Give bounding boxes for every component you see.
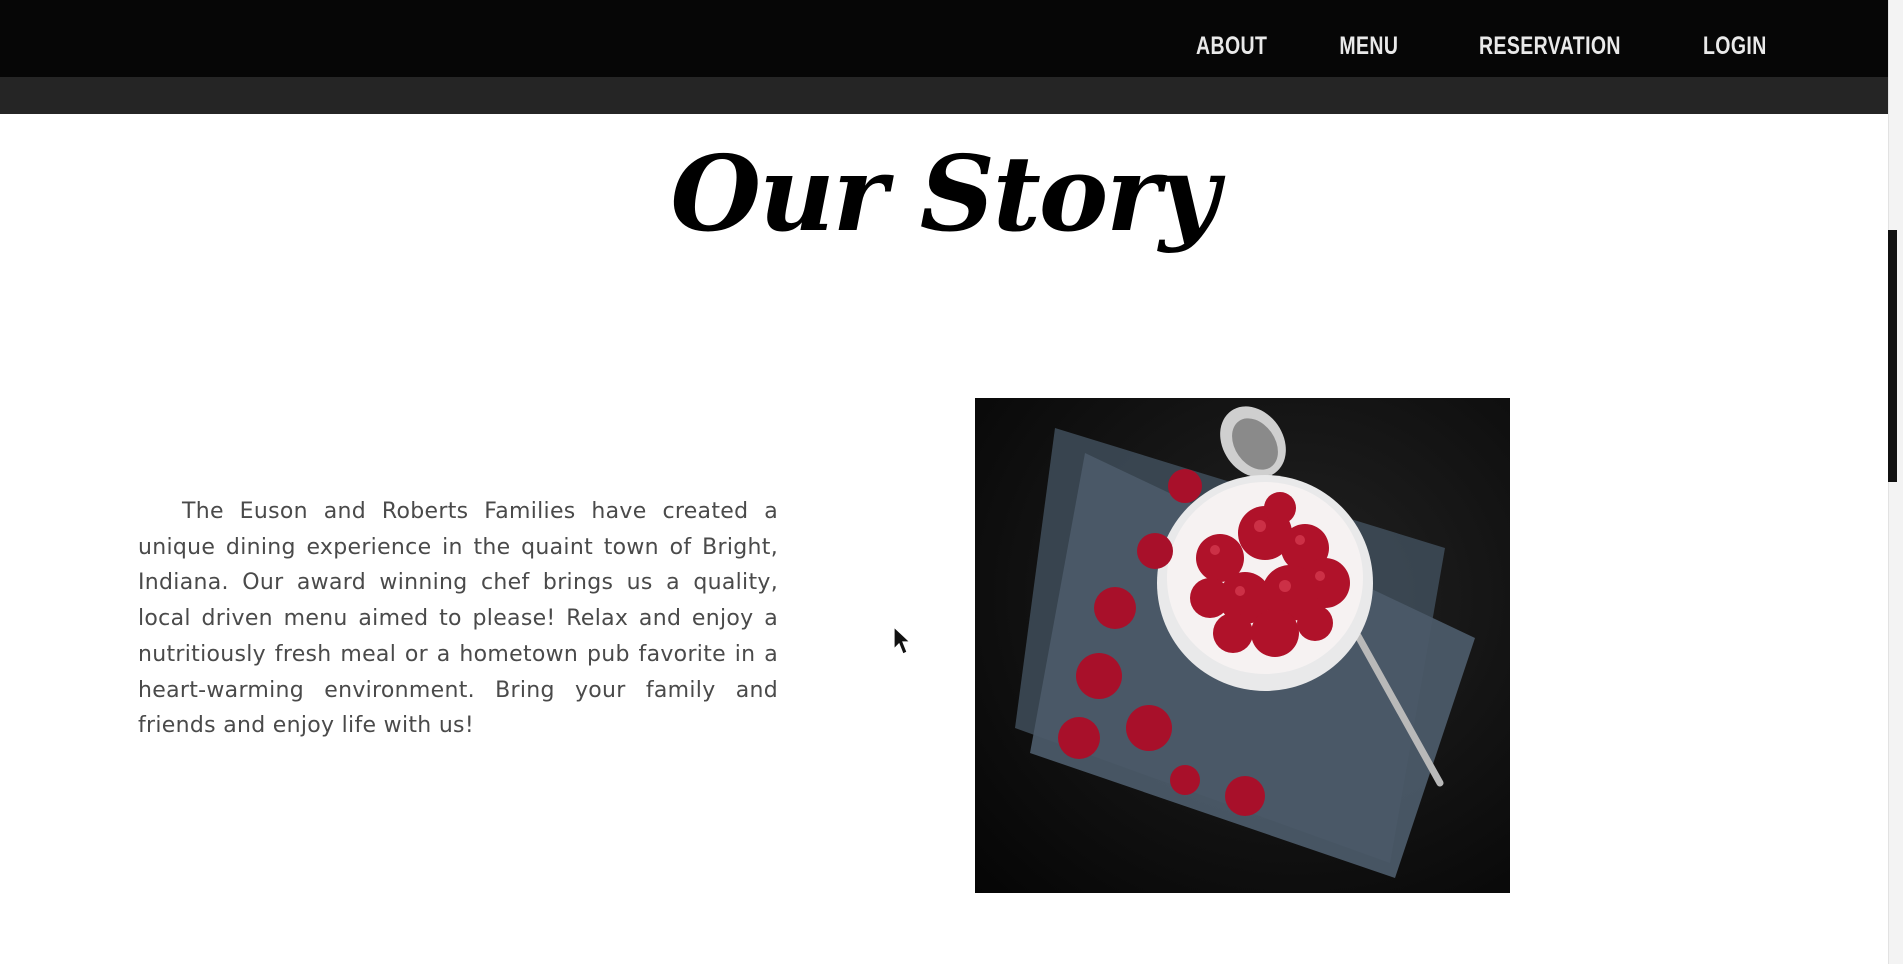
page-title: Our Story	[670, 132, 1220, 255]
nav-item-menu[interactable]: MENU	[1339, 32, 1398, 61]
scrollbar-thumb[interactable]	[1888, 230, 1897, 482]
nav-sub-bar	[0, 77, 1888, 114]
story-paragraph: The Euson and Roberts Families have crea…	[138, 499, 778, 739]
nav-item-reservation[interactable]: RESERVATION	[1479, 32, 1621, 61]
dessert-photo-illustration	[1015, 406, 1475, 878]
main-nav: ABOUT MENU RESERVATION LOGIN	[1186, 26, 1776, 66]
page: ABOUT MENU RESERVATION LOGIN Our Story T…	[0, 0, 1903, 964]
mouse-cursor-icon	[893, 626, 912, 655]
raspberry-dessert-image	[975, 398, 1510, 893]
top-navbar: ABOUT MENU RESERVATION LOGIN	[0, 0, 1888, 77]
nav-item-login[interactable]: LOGIN	[1703, 32, 1767, 61]
nav-item-about[interactable]: ABOUT	[1196, 32, 1267, 61]
scrollbar-track[interactable]	[1888, 0, 1903, 964]
